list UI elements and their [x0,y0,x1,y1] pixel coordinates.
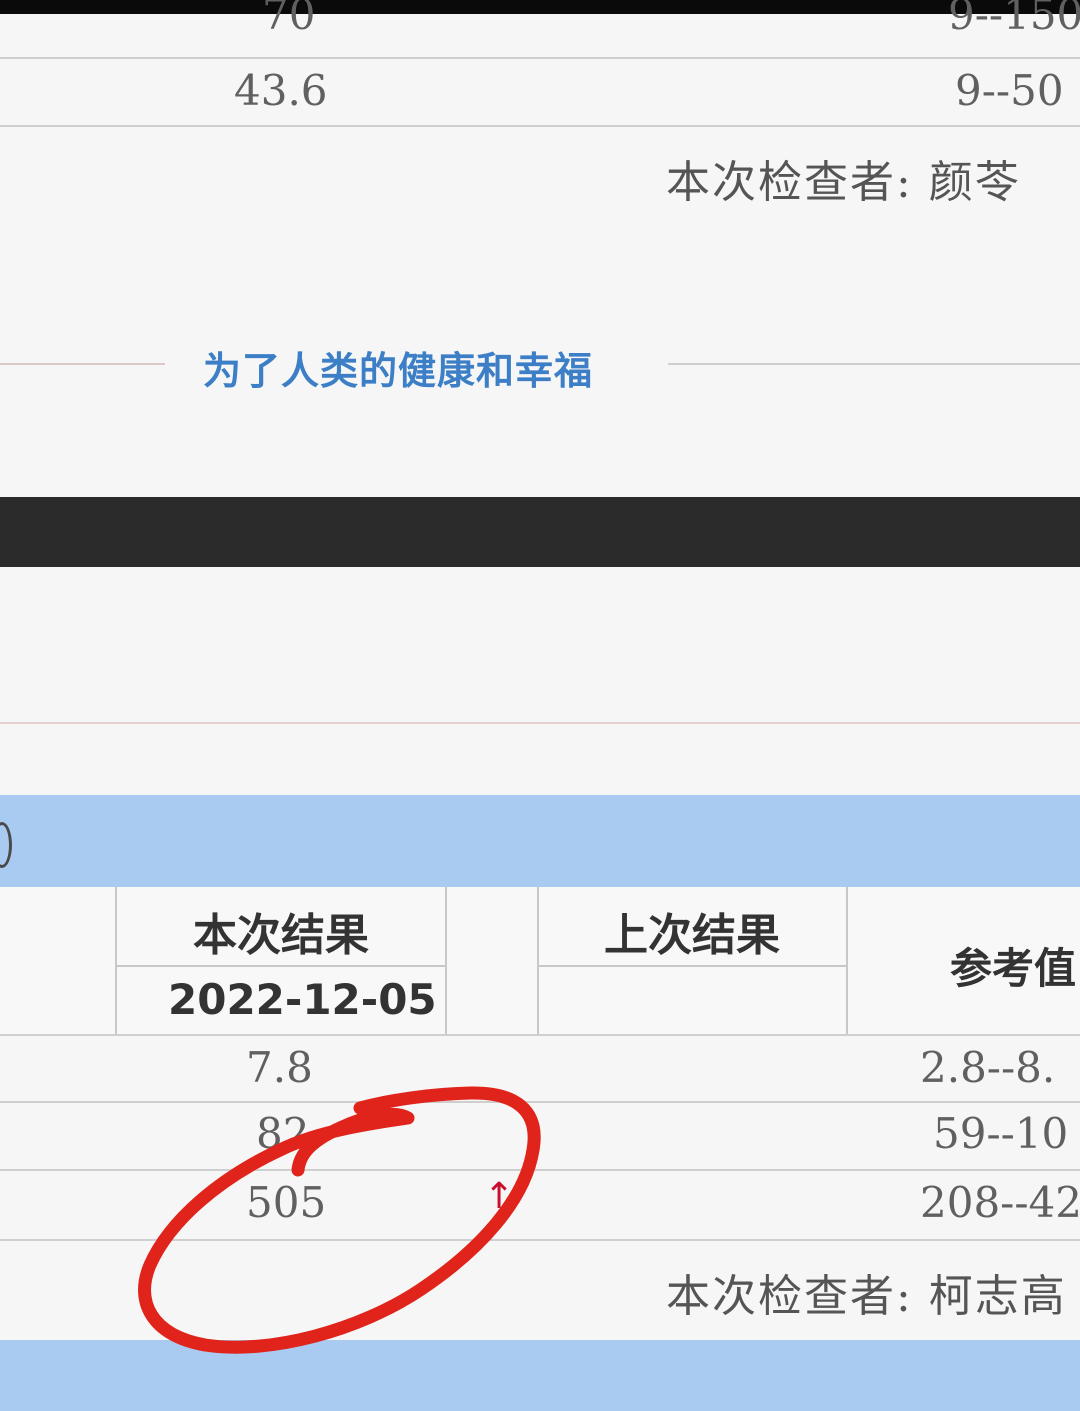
red-circle-annotation [138,1086,541,1354]
